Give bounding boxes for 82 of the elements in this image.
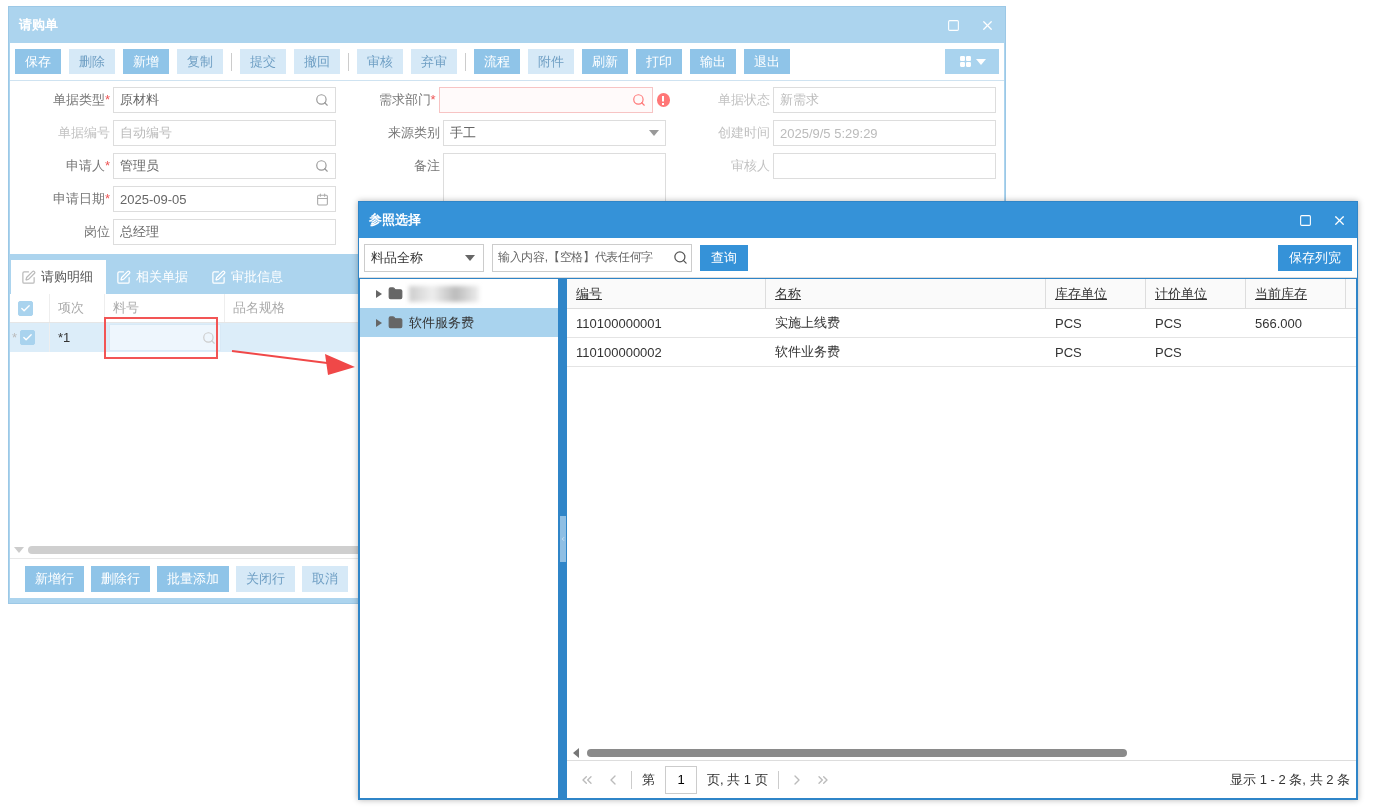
search-field[interactable]: 输入内容,【空格】代表任何字 [492, 243, 692, 272]
input-field[interactable]: 总经理 [113, 219, 336, 245]
record-summary: 显示 1 - 2 条, 共 2 条 [1230, 770, 1351, 789]
tab[interactable]: 审批信息 [201, 260, 296, 294]
input-field[interactable] [109, 324, 221, 351]
checkbox[interactable] [18, 300, 33, 316]
filter-dropdown[interactable]: 料品全称 [364, 243, 484, 272]
calendar-icon[interactable] [316, 192, 329, 206]
maximize-icon[interactable] [1299, 213, 1312, 227]
tab[interactable]: 相关单据 [106, 260, 201, 294]
column-header[interactable]: 计价单位 [1146, 279, 1246, 308]
field-label: 申请人* [64, 157, 111, 175]
field-label: 审核人 [730, 157, 771, 175]
tree-item[interactable]: 软件服务费 [360, 308, 558, 337]
field-label: 需求部门* [377, 91, 437, 109]
check-icon [20, 302, 31, 314]
search-icon[interactable] [673, 250, 688, 265]
table-cell-text: PCS [1154, 343, 1183, 362]
pager-label: 第 [642, 770, 655, 789]
field-label: 单据状态 [717, 91, 771, 109]
tab[interactable]: 请购明细 [11, 260, 106, 294]
scrollbar-thumb[interactable] [587, 748, 1127, 757]
dialog-title: 参照选择 [369, 211, 422, 229]
field-label: 备注 [413, 157, 441, 175]
input-field[interactable]: 手工 [443, 120, 666, 146]
column-header[interactable]: 库存单位 [1046, 279, 1146, 308]
check-icon [22, 332, 34, 343]
field-label: 来源类别 [387, 124, 441, 142]
window-title: 请购单 [19, 16, 59, 34]
dropdown-caret-icon[interactable] [649, 130, 659, 136]
row-action-button[interactable]: 删除行 [91, 565, 150, 592]
toolbar-button[interactable]: 打印 [636, 49, 682, 74]
query-button[interactable]: 查询 [700, 244, 748, 271]
grid-icon [958, 55, 972, 68]
save-column-width-button[interactable]: 保存列宽 [1278, 244, 1352, 271]
blurred-label [409, 285, 479, 302]
table-cell: *1 [50, 323, 105, 352]
table-cell-text: PCS [1054, 343, 1083, 362]
table-cell-text: 566.000 [1254, 314, 1303, 333]
column-header: 料号 [105, 294, 225, 322]
field-label: 申请日期* [51, 190, 111, 208]
input-field[interactable]: 管理员 [113, 153, 336, 179]
toolbar-button[interactable]: 退出 [744, 49, 790, 74]
edit-icon [211, 269, 226, 285]
field-label: 单据类型* [51, 91, 111, 109]
layout-menu-button[interactable] [945, 49, 999, 74]
edit-icon [21, 269, 36, 285]
row-action-button[interactable]: 批量添加 [157, 565, 229, 592]
edit-icon [116, 269, 131, 285]
maximize-icon[interactable] [947, 18, 960, 32]
folder-icon [388, 315, 403, 330]
table-cell-text: 110100000001 [575, 314, 663, 333]
table-cell-text: PCS [1154, 314, 1183, 333]
column-header[interactable]: 名称 [766, 279, 1046, 308]
field-label: 单据编号 [57, 124, 111, 142]
pager-label: 页, 共 1 页 [707, 770, 768, 789]
table-cell-text: 110100000002 [575, 343, 663, 362]
input-field[interactable]: 原材料 [113, 87, 336, 113]
checkbox[interactable] [20, 330, 36, 345]
column-header[interactable]: 编号 [567, 279, 766, 308]
toolbar-button[interactable]: 输出 [690, 49, 736, 74]
table-cell-text: PCS [1054, 314, 1083, 333]
input-field[interactable]: 2025-09-05 [113, 186, 336, 212]
toolbar-button[interactable]: 流程 [474, 49, 520, 74]
column-header[interactable]: 当前库存 [1246, 279, 1346, 308]
column-header: 项次 [50, 294, 105, 322]
toolbar-button[interactable]: 刷新 [582, 49, 628, 74]
toolbar-button[interactable]: 新增 [123, 49, 169, 74]
error-icon [656, 93, 670, 107]
row-marker: * [12, 330, 18, 345]
table-cell-text: 实施上线费 [774, 314, 841, 332]
page-input[interactable]: 1 [665, 765, 697, 794]
input-field[interactable] [438, 87, 653, 113]
field-label: 创建时间 [717, 124, 771, 142]
splitter-handle[interactable] [559, 515, 566, 562]
row-action-button[interactable]: 新增行 [25, 565, 84, 592]
field-label: 岗位 [83, 223, 111, 241]
folder-icon [388, 286, 403, 301]
table-cell-text: 软件业务费 [774, 343, 841, 361]
expand-caret-icon[interactable] [376, 289, 382, 298]
expand-caret-icon[interactable] [376, 318, 382, 327]
toolbar-button[interactable]: 保存 [15, 49, 61, 74]
